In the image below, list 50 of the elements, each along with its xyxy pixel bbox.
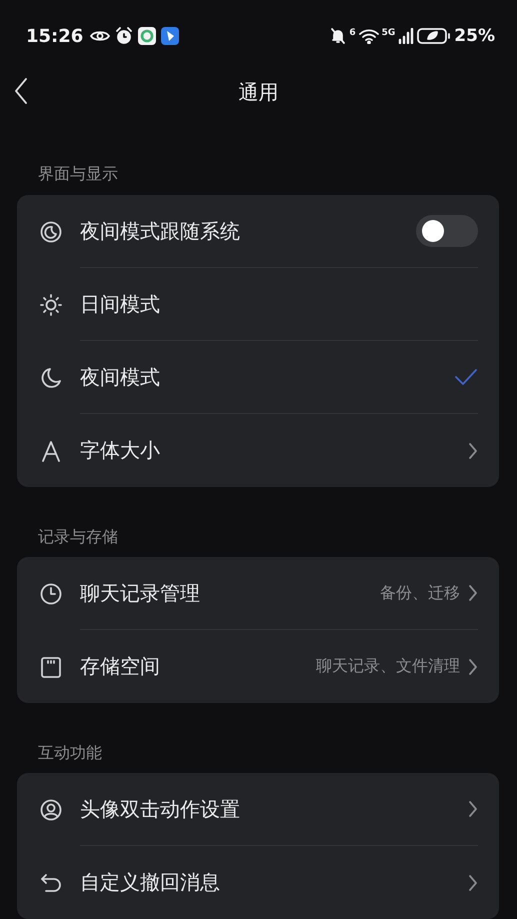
row-value: 聊天记录、文件清理 (316, 656, 460, 677)
row-label: 自定义撤回消息 (80, 869, 220, 896)
settings-row[interactable]: 字体大小 (40, 414, 478, 487)
settings-row[interactable]: 日间模式 (40, 268, 478, 341)
moon-icon (40, 366, 62, 388)
battery-icon (417, 27, 452, 45)
battery-percent: 25% (454, 26, 495, 46)
moon-circle-icon (40, 220, 62, 242)
row-label: 日间模式 (80, 290, 160, 318)
page-title: 通用 (238, 78, 278, 106)
settings-row[interactable]: 聊天记录管理 备份、迁移 (40, 557, 478, 630)
row-label: 字体大小 (80, 437, 160, 464)
back-button[interactable] (14, 78, 28, 104)
chevron-right-icon (468, 584, 478, 602)
wifi-icon (358, 28, 379, 44)
app-icon (138, 27, 156, 45)
wifi-label: 6 (349, 28, 356, 38)
section-title: 界面与显示 (37, 163, 119, 185)
section-title: 互动功能 (37, 742, 103, 764)
app-icon (161, 27, 180, 45)
row-label: 头像双击动作设置 (80, 796, 240, 822)
chevron-right-icon (468, 442, 478, 460)
eye-icon (90, 29, 110, 43)
storage-card-icon (40, 656, 62, 678)
row-label: 夜间模式 (80, 364, 160, 390)
letter-a-icon (40, 440, 62, 462)
row-label: 夜间模式跟随系统 (80, 218, 240, 244)
settings-row[interactable]: 头像双击动作设置 (40, 773, 478, 846)
clock-icon (40, 582, 62, 604)
back-icon (14, 78, 28, 104)
row-label: 存储空间 (80, 653, 160, 680)
network-label: 5G (382, 28, 396, 38)
section-title: 记录与存储 (37, 526, 119, 548)
settings-row[interactable]: 夜间模式 (40, 341, 478, 414)
chevron-right-icon (468, 658, 478, 676)
settings-row[interactable]: 夜间模式跟随系统 (40, 195, 478, 268)
muted-bell-icon (330, 27, 346, 45)
status-time: 15:26 (26, 26, 84, 46)
alarm-clock-icon (115, 27, 134, 45)
sun-icon (40, 294, 62, 316)
row-value: 备份、迁移 (380, 582, 460, 604)
chevron-right-icon (468, 800, 478, 818)
settings-row[interactable]: 自定义撤回消息 (40, 846, 478, 919)
toggle-switch[interactable] (416, 215, 478, 247)
chevron-right-icon (468, 874, 478, 892)
signal-icon (398, 28, 414, 44)
row-label: 聊天记录管理 (80, 580, 200, 606)
undo-icon (40, 872, 62, 894)
settings-row[interactable]: 存储空间 聊天记录、文件清理 (40, 630, 478, 703)
user-circle-icon (40, 798, 62, 820)
